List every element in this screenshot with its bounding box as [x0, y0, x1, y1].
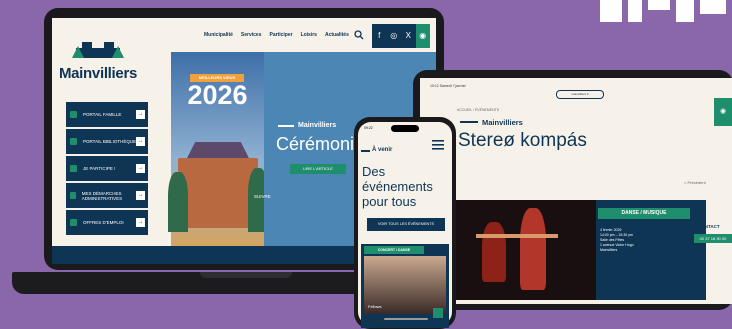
card-category-tag: CONCERT / DANSE [364, 246, 424, 254]
card-caption: Fellows [368, 304, 382, 309]
chateau-illustration [178, 158, 258, 228]
hero-brand: Mainvilliers [298, 122, 337, 129]
arrow-right-icon: → [136, 137, 145, 146]
nav-municipalite[interactable]: Municipalité [204, 32, 233, 38]
hero-year: 2026 [187, 80, 248, 110]
arrow-right-icon: → [136, 110, 145, 119]
contact-label: CONTACT [698, 224, 720, 229]
hand-icon [70, 165, 77, 172]
event-details: 4 février 2026 14:00 pm – 15:30 pm Salle… [600, 228, 634, 253]
brand-dash [460, 121, 478, 123]
instagram-icon[interactable]: ◎ [387, 24, 402, 48]
event-brand: Mainvilliers [482, 118, 523, 127]
search-icon [70, 219, 77, 226]
event-photo [456, 200, 596, 300]
hero-title: Cérémonie [276, 134, 365, 154]
menu-icon[interactable] [432, 140, 444, 150]
eye-icon[interactable]: ◉ [415, 24, 430, 48]
breadcrumb[interactable]: ACCUEIL / ÉVÉNEMENTS [457, 108, 499, 112]
arrow-right-icon: → [136, 191, 145, 200]
event-title: Stereø kompás [458, 130, 587, 151]
eye-icon[interactable]: ◉ [714, 98, 732, 126]
all-events-button[interactable]: VOIR TOUS LES ÉVÉNEMENTS [367, 218, 445, 231]
tablet-status-bar: 10:12 Samedi 7 janvier [430, 84, 466, 88]
section-dash [361, 150, 370, 152]
contact-phone-button[interactable]: 02 37 18 30 00 [694, 234, 732, 243]
nav-participer[interactable]: Participer [269, 32, 292, 38]
home-indicator [384, 318, 428, 320]
quick-link-je-participe[interactable]: JE PARTICIPE ! → [66, 156, 148, 181]
castle-icon [72, 42, 124, 58]
main-nav: Municipalité Services Participer Loisirs… [204, 32, 349, 38]
laptop-hinge [200, 272, 292, 278]
search-icon[interactable] [354, 30, 364, 40]
family-icon [70, 111, 77, 118]
book-icon [70, 138, 77, 145]
phone-notch [391, 125, 419, 132]
nav-loisirs[interactable]: Loisirs [301, 32, 317, 38]
read-article-button[interactable]: LIRE L'ARTICLE [290, 164, 346, 174]
nav-actualites[interactable]: Actualités [325, 32, 349, 38]
share-icon[interactable] [433, 308, 443, 318]
document-icon [70, 192, 76, 199]
quick-link-portail-famille[interactable]: PORTAIL FAMILLE → [66, 102, 148, 127]
phone-time: 09:22 [364, 126, 373, 130]
tree-left [168, 172, 188, 232]
site-logo[interactable]: Mainvilliers [58, 38, 138, 82]
tablet-url-bar[interactable]: mainvilliers.fr [556, 90, 604, 99]
quick-link-bibliotheque[interactable]: PORTAIL BIBLIOTHÈQUE → [66, 129, 148, 154]
event-city: Mainvilliers [600, 248, 618, 252]
phone-title: Des événements pour tous [362, 164, 433, 209]
facebook-icon[interactable]: f [372, 24, 387, 48]
quick-links: PORTAIL FAMILLE → PORTAIL BIBLIOTHÈQUE → J… [66, 102, 148, 237]
section-label: À venir [372, 147, 393, 153]
quick-link-emploi[interactable]: OFFRES D'EMPLOI → [66, 210, 148, 235]
quick-link-demarches[interactable]: MES DÉMARCHES ADMINISTRATIVES → [66, 183, 148, 208]
arrow-right-icon: → [136, 164, 145, 173]
x-icon[interactable]: X [401, 24, 416, 48]
event-category-tag: DANSE / MUSIQUE [598, 208, 690, 219]
arrow-right-icon: → [136, 218, 145, 227]
phone-url-bar[interactable]: mainvilliers.fr [370, 320, 389, 324]
previous-link[interactable]: < Précédent [684, 180, 706, 185]
follow-link[interactable]: SUIVRE [254, 194, 271, 199]
qr-code [600, 0, 732, 22]
nav-services[interactable]: Services [241, 32, 262, 38]
social-bar: f ◎ X ◉ [372, 24, 430, 48]
hero-dash [278, 125, 294, 127]
brand-name: Mainvilliers [58, 65, 138, 82]
